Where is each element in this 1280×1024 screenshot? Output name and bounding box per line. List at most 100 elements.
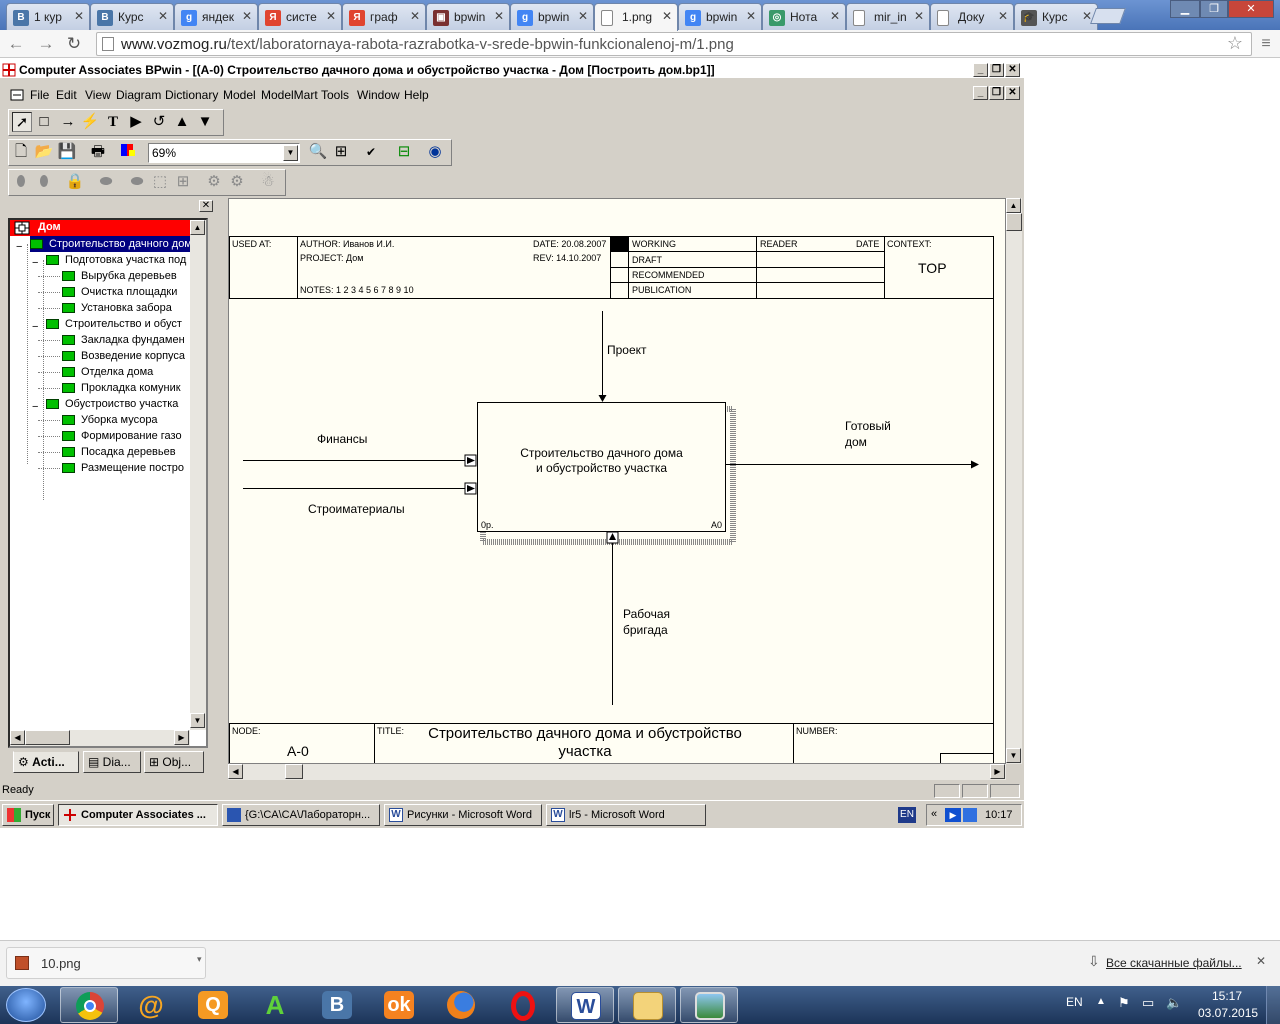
mm-options-icon[interactable]: ⚙ [227, 172, 247, 192]
lock-icon[interactable]: 🔒 [65, 172, 85, 192]
tab-diagrams[interactable]: ▤ Dia... [83, 751, 141, 773]
doc-close-button[interactable]: ✕ [1005, 86, 1020, 100]
close-window-button[interactable]: ✕ [1228, 0, 1274, 18]
taskbar-chrome[interactable] [60, 987, 118, 1023]
doc-restore-button[interactable]: ❐ [989, 86, 1004, 100]
menu-edit[interactable]: Edit [56, 88, 77, 102]
arrow-label-mechanism-line1[interactable]: Рабочая [623, 607, 670, 621]
menu-window[interactable]: Window [357, 88, 400, 102]
all-downloads-link[interactable]: Все скачанные файлы... [1106, 956, 1242, 970]
w7-lang[interactable]: EN [1066, 995, 1083, 1009]
menu-icon[interactable]: ≡ [1256, 34, 1276, 54]
close-tab-icon[interactable]: ✕ [494, 9, 504, 23]
network-icon[interactable]: ▭ [1142, 995, 1154, 1011]
close-tab-icon[interactable]: ✕ [914, 9, 924, 23]
new-tab-button[interactable] [1090, 8, 1126, 24]
tree-item-level-1[interactable]: Строительство дачного дома [30, 236, 202, 252]
scroll-down-icon[interactable]: ▼ [1006, 748, 1021, 763]
print-icon[interactable]: 🖶 [88, 142, 108, 162]
scroll-left-icon[interactable]: ◀ [10, 730, 25, 745]
tree-vscrollbar[interactable]: ▲ ▼ [190, 220, 206, 730]
taskbar-explorer[interactable] [618, 987, 676, 1023]
pointer-tool-icon[interactable]: ➚ [12, 112, 32, 132]
tree-item-level-2[interactable]: Обустроиство участка [46, 396, 178, 412]
windows-start-orb-icon[interactable] [6, 988, 46, 1022]
scroll-down-icon[interactable]: ▼ [190, 713, 205, 728]
activity-box-tool-icon[interactable]: □ [34, 112, 54, 132]
volume-icon[interactable]: 🔈 [1166, 995, 1182, 1011]
taskbar-search[interactable]: Q [184, 987, 242, 1023]
taskbar-firefox[interactable] [432, 987, 490, 1023]
scroll-right-icon[interactable]: ▶ [174, 730, 189, 745]
taskbar-bpwin[interactable]: Computer Associates ... [58, 804, 218, 826]
model-explorer-icon[interactable]: ⊟ [394, 142, 414, 162]
menu-tools[interactable]: Tools [321, 88, 349, 102]
w7-date[interactable]: 03.07.2015 [1198, 1006, 1258, 1020]
mm-security-icon[interactable]: ⚙ [204, 172, 224, 192]
menu-model[interactable]: Model [223, 88, 256, 102]
forward-icon[interactable]: → [36, 34, 56, 54]
chevron-down-icon[interactable]: ▼ [283, 145, 298, 161]
taskbar-word-1[interactable]: W Рисунки - Microsoft Word [384, 804, 542, 826]
tray-up-arrow-icon[interactable]: ▲ [1096, 996, 1106, 1007]
taskbar-photo-viewer[interactable] [680, 987, 738, 1023]
browser-tab[interactable]: ◎ Нота ✕ [762, 3, 846, 30]
tree-item-level-3[interactable]: Возведение корпуса [62, 348, 185, 364]
close-tab-icon[interactable]: ✕ [410, 9, 420, 23]
close-tab-icon[interactable]: ✕ [746, 9, 756, 23]
canvas-vscrollbar[interactable]: ▲ ▼ [1006, 198, 1022, 764]
scroll-left-icon[interactable]: ◀ [228, 764, 243, 779]
address-bar[interactable]: www.vozmog.ru/text/laboratornaya-rabota-… [96, 32, 1252, 56]
tree-item-level-3[interactable]: Установка забора [62, 300, 172, 316]
tree-item-level-3[interactable]: Очистка площадки [62, 284, 177, 300]
menu-dictionary[interactable]: Dictionary [165, 88, 218, 102]
collapse-icon[interactable]: − [32, 255, 38, 271]
activity-box-title-line1[interactable]: Строительство дачного дома [479, 446, 724, 460]
go-up-icon[interactable]: ▲ [172, 112, 192, 132]
tray-media-icon[interactable]: ▶ [945, 808, 961, 822]
tree-item-level-2[interactable]: Строительство и обуст [46, 316, 182, 332]
tree-item-level-3[interactable]: Вырубка деревьев [62, 268, 177, 284]
arrow-label-mechanism-line2[interactable]: бригада [623, 623, 668, 637]
download-item[interactable]: 10.png ▾ [6, 947, 206, 979]
save-file-icon[interactable]: 💾 [57, 142, 77, 162]
taskbar-odnoklassniki[interactable]: ok [370, 987, 428, 1023]
hscroll-thumb[interactable] [285, 764, 303, 779]
tree-root-row[interactable]: Дом [10, 220, 190, 236]
menu-file[interactable]: File [30, 88, 49, 102]
maximize-window-button[interactable]: ❐ [1200, 0, 1228, 18]
doc-minimize-button[interactable]: _ [973, 86, 988, 100]
mm-library-icon[interactable]: ⬬ [96, 172, 116, 192]
collapse-icon[interactable]: − [32, 399, 38, 415]
new-file-icon[interactable]: 🗋 [11, 142, 31, 162]
arrow-label-output-line2[interactable]: дом [845, 435, 867, 449]
arrow-label-output-line1[interactable]: Готовый [845, 419, 891, 433]
diagram-canvas[interactable]: USED AT: AUTHOR: Иванов И.И. PROJECT: До… [228, 198, 1006, 764]
collapse-icon[interactable]: − [32, 319, 38, 335]
back-icon[interactable]: ← [6, 34, 26, 54]
mm-grid-icon[interactable]: ⊞ [173, 172, 193, 192]
zoom-select[interactable]: 69% ▼ [148, 143, 300, 163]
browser-tab[interactable]: g bpwin ✕ [510, 3, 594, 30]
canvas-hscrollbar[interactable]: ◀ ▶ [228, 764, 1006, 780]
collapse-icon[interactable]: − [16, 239, 22, 255]
browser-tab[interactable]: 1.png ✕ [594, 3, 678, 31]
zoom-icon[interactable]: 🔍 [308, 142, 328, 162]
xp-lang-indicator[interactable]: EN [898, 807, 916, 823]
close-tab-icon[interactable]: ✕ [74, 9, 84, 23]
app-close-button[interactable]: ✕ [1005, 63, 1020, 77]
minimize-window-button[interactable]: ▁ [1170, 0, 1200, 18]
tab-objects[interactable]: ⊞ Obj... [144, 751, 204, 773]
browser-tab[interactable]: mir_in ✕ [846, 3, 930, 30]
taskbar-word-2[interactable]: Wlr5 - Microsoft Word [546, 804, 706, 826]
tree-item-level-3[interactable]: Отделка дома [62, 364, 153, 380]
color-icon[interactable] [118, 142, 138, 162]
tray-expand-icon[interactable]: « [931, 808, 937, 820]
text-tool-icon[interactable]: T [103, 112, 123, 132]
close-tab-icon[interactable]: ✕ [158, 9, 168, 23]
activity-box-title-line2[interactable]: и обустройство участка [479, 461, 724, 475]
squiggle-tool-icon[interactable]: ⚡ [80, 112, 100, 132]
show-desktop-button[interactable] [1266, 986, 1280, 1024]
browser-tab[interactable]: ▣ bpwin ✕ [426, 3, 510, 30]
close-tab-icon[interactable]: ✕ [578, 9, 588, 23]
